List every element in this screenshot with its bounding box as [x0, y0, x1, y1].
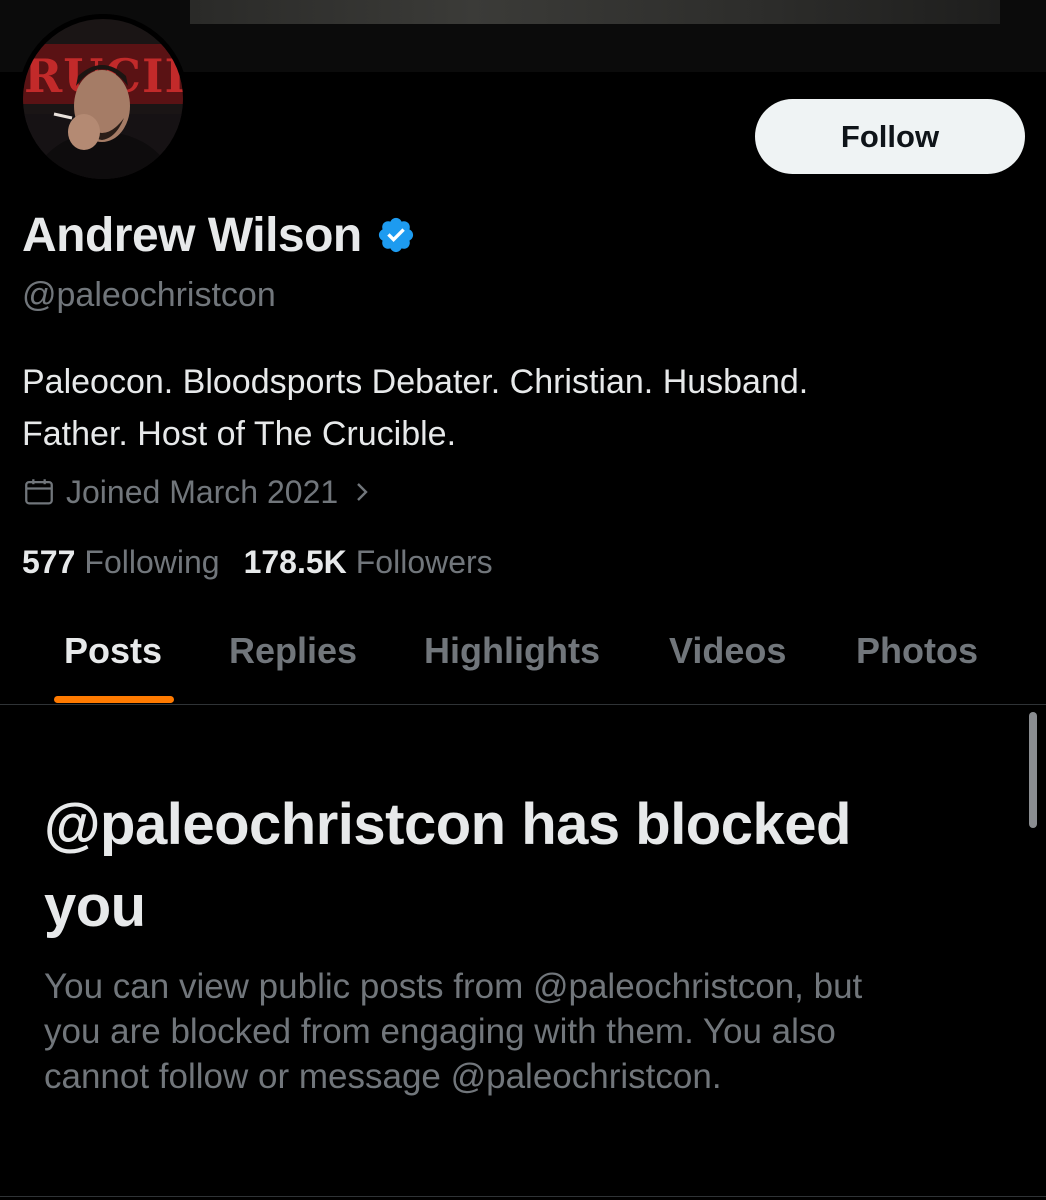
bio-line: Father. Host of The Crucible.	[22, 415, 457, 453]
blocked-description: You can view public posts from @paleochr…	[44, 964, 1004, 1099]
blocked-description-line: cannot follow or message @paleochristcon…	[44, 1057, 722, 1096]
tab-replies[interactable]: Replies	[229, 630, 357, 672]
followers-count: 178.5K	[243, 543, 347, 580]
tab-photos[interactable]: Photos	[856, 630, 978, 672]
blocked-title-line: you	[44, 874, 146, 939]
profile-bio: Paleocon. Bloodsports Debater. Christian…	[22, 356, 982, 460]
bio-line: Paleocon. Bloodsports Debater. Christian…	[22, 363, 809, 401]
chevron-right-icon	[357, 483, 368, 501]
blocked-description-line: you are blocked from engaging with them.…	[44, 1012, 836, 1051]
joined-date[interactable]: Joined March 2021	[22, 472, 374, 512]
follow-stats: 577 Following 178.5K Followers	[22, 542, 517, 582]
following-count: 577	[22, 543, 76, 580]
display-name: Andrew Wilson	[22, 208, 362, 262]
profile-handle: @paleochristcon	[22, 276, 276, 314]
active-tab-indicator	[54, 696, 174, 703]
avatar-image: RUCIBL	[18, 14, 188, 184]
divider	[0, 1196, 1046, 1197]
tab-videos[interactable]: Videos	[669, 630, 786, 672]
following-stat[interactable]: 577 Following	[22, 544, 220, 581]
blocked-title: @paleochristcon has blocked you	[44, 784, 994, 948]
blocked-title-line: @paleochristcon has blocked	[44, 792, 851, 857]
followers-label: Followers	[355, 543, 493, 580]
profile-name-row: Andrew Wilson	[22, 205, 416, 265]
calendar-icon	[25, 479, 53, 505]
scrollbar[interactable]	[1029, 712, 1037, 828]
followers-stat[interactable]: 178.5K Followers	[244, 544, 493, 581]
profile-tabs: Posts Replies Highlights Videos Photos	[0, 600, 1046, 705]
follow-button[interactable]: Follow	[755, 99, 1025, 174]
following-label: Following	[84, 543, 220, 580]
blocked-description-line: You can view public posts from @paleochr…	[44, 967, 863, 1006]
verified-badge-icon[interactable]	[376, 215, 416, 255]
banner-image	[190, 0, 1000, 24]
joined-label: Joined March 2021	[66, 473, 339, 510]
tab-posts[interactable]: Posts	[64, 630, 162, 672]
avatar[interactable]: RUCIBL	[18, 14, 188, 184]
tab-highlights[interactable]: Highlights	[424, 630, 600, 672]
